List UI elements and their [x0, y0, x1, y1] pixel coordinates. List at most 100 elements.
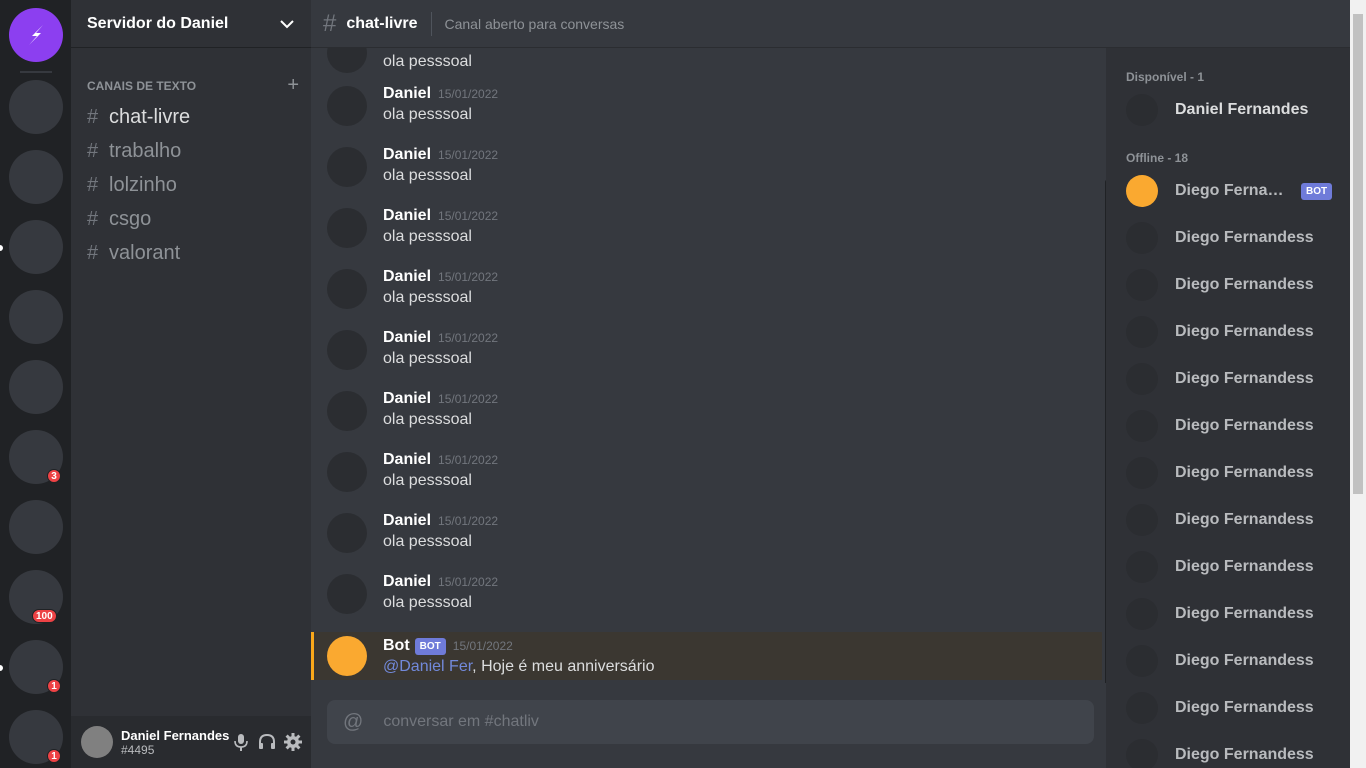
avatar[interactable]: [81, 726, 113, 758]
avatar[interactable]: [327, 269, 367, 309]
message-author[interactable]: Daniel: [383, 207, 431, 225]
member-item[interactable]: Diego Fernandess: [1126, 545, 1346, 589]
channel-title: chat-livre: [346, 14, 418, 32]
avatar[interactable]: [327, 86, 367, 126]
message-composer: @: [327, 700, 1094, 744]
avatar[interactable]: [327, 391, 367, 431]
message[interactable]: Daniel 15/01/2022 ola pesssoal: [311, 381, 1102, 442]
server-icon[interactable]: [9, 290, 63, 344]
member-item[interactable]: Daniel Fernandes: [1126, 88, 1346, 132]
message-timestamp: 15/01/2022: [452, 639, 513, 653]
page-scrollbar[interactable]: [1350, 0, 1366, 768]
message[interactable]: Daniel 15/01/2022 ola pesssoal: [311, 320, 1102, 381]
message-author[interactable]: Daniel: [383, 146, 431, 164]
server-icon[interactable]: [9, 360, 63, 414]
avatar: [1126, 739, 1158, 768]
avatar[interactable]: [327, 48, 367, 73]
unread-indicator: [0, 245, 3, 251]
channel-chat-livre[interactable]: # chat-livre: [87, 100, 190, 134]
member-item[interactable]: Diego Fernandess BOT: [1126, 169, 1346, 213]
avatar[interactable]: [327, 636, 367, 676]
member-item[interactable]: Diego Fernandess: [1126, 639, 1346, 683]
message[interactable]: Daniel 15/01/2022 ola pesssoal: [311, 564, 1102, 625]
scrollbar-thumb[interactable]: [1353, 14, 1363, 494]
message[interactable]: Daniel 15/01/2022 ola pesssoal: [311, 503, 1102, 564]
message-text: ola pesssoal: [383, 350, 472, 367]
discord-app: 3 100 1 1 Servidor do Daniel CANAIS DE T…: [0, 0, 1366, 768]
server-icon[interactable]: [9, 80, 63, 134]
add-channel-icon[interactable]: +: [287, 74, 299, 97]
avatar[interactable]: [327, 574, 367, 614]
avatar: [1126, 269, 1158, 301]
server-icon[interactable]: [9, 500, 63, 554]
rail-separator: [20, 71, 52, 73]
members-online-header: Disponível - 1: [1126, 70, 1205, 84]
member-item[interactable]: Diego Fernandess: [1126, 451, 1346, 495]
message-author[interactable]: Daniel: [383, 512, 431, 530]
message[interactable]: Daniel 15/01/2022 ola pesssoal: [311, 198, 1102, 259]
notification-badge: 1: [47, 749, 61, 763]
message-mention[interactable]: Bot BOT 15/01/2022 @Daniel Fer, Hoje é m…: [311, 632, 1102, 680]
member-item[interactable]: Diego Fernandess: [1126, 592, 1346, 636]
server-header[interactable]: Servidor do Daniel: [71, 0, 311, 48]
message-author[interactable]: Bot: [383, 637, 410, 655]
avatar: [1126, 457, 1158, 489]
microphone-icon[interactable]: [231, 732, 251, 752]
message-author[interactable]: Daniel: [383, 268, 431, 286]
message-text: @Daniel Fer, Hoje é meu anniversário: [383, 658, 654, 676]
channel-trabalho[interactable]: # trabalho: [87, 134, 190, 168]
message-timestamp: 15/01/2022: [438, 270, 499, 284]
gear-icon[interactable]: [283, 732, 303, 752]
member-item[interactable]: Diego Fernandess: [1126, 498, 1346, 542]
member-item[interactable]: Diego Fernandess: [1126, 404, 1346, 448]
member-item[interactable]: Diego Fernandess: [1126, 733, 1346, 768]
member-item[interactable]: Diego Fernandess: [1126, 216, 1346, 260]
message[interactable]: Daniel 15/01/2022 ola pesssoal: [311, 137, 1102, 198]
message-input[interactable]: [383, 713, 1094, 731]
server-icon[interactable]: [9, 150, 63, 204]
avatar: [1126, 175, 1158, 207]
avatar[interactable]: [327, 208, 367, 248]
avatar: [1126, 504, 1158, 536]
member-item[interactable]: Diego Fernandess: [1126, 310, 1346, 354]
member-name: Diego Fernandess: [1175, 229, 1314, 246]
member-item[interactable]: Diego Fernandess: [1126, 263, 1346, 307]
message-timestamp: 15/01/2022: [438, 331, 499, 345]
channel-valorant[interactable]: # valorant: [87, 236, 190, 270]
home-server-button[interactable]: [9, 8, 63, 62]
member-name: Diego Fernandess: [1175, 276, 1314, 293]
avatar: [1126, 598, 1158, 630]
member-item[interactable]: Diego Fernandess: [1126, 686, 1346, 730]
message-author[interactable]: Daniel: [383, 85, 431, 103]
channel-sidebar: Servidor do Daniel CANAIS DE TEXTO + # c…: [71, 0, 311, 768]
message[interactable]: Daniel 15/01/2022 ola pesssoal: [311, 442, 1102, 503]
avatar[interactable]: [327, 513, 367, 553]
at-icon[interactable]: @: [343, 711, 363, 734]
server-name: Servidor do Daniel: [87, 14, 229, 32]
message-author[interactable]: Daniel: [383, 329, 431, 347]
server-rail: 3 100 1 1: [0, 0, 71, 768]
avatar[interactable]: [327, 330, 367, 370]
channel-category: CANAIS DE TEXTO +: [87, 74, 299, 97]
channel-lolzinho[interactable]: # lolzinho: [87, 168, 190, 202]
channel-csgo[interactable]: # csgo: [87, 202, 190, 236]
chat-area: # chat-livre Canal aberto para conversas…: [311, 0, 1350, 768]
message[interactable]: Daniel 15/01/2022 ola pesssoal: [311, 76, 1102, 137]
hash-icon: #: [323, 9, 337, 37]
user-mention[interactable]: @Daniel Fer: [383, 658, 472, 675]
chevron-down-icon[interactable]: [279, 16, 295, 32]
server-icon[interactable]: [9, 220, 63, 274]
message-timestamp: 15/01/2022: [438, 453, 499, 467]
avatar[interactable]: [327, 452, 367, 492]
channel-label: csgo: [109, 207, 152, 230]
member-name: Diego Fernandess: [1175, 558, 1314, 575]
member-list: Disponível - 1 Daniel Fernandes Offline …: [1106, 48, 1350, 768]
message-author[interactable]: Daniel: [383, 573, 431, 591]
member-item[interactable]: Diego Fernandess: [1126, 357, 1346, 401]
message-author[interactable]: Daniel: [383, 390, 431, 408]
message-timestamp: 15/01/2022: [438, 87, 499, 101]
message[interactable]: Daniel 15/01/2022 ola pesssoal: [311, 259, 1102, 320]
headphones-icon[interactable]: [257, 732, 277, 752]
avatar[interactable]: [327, 147, 367, 187]
message-author[interactable]: Daniel: [383, 451, 431, 469]
